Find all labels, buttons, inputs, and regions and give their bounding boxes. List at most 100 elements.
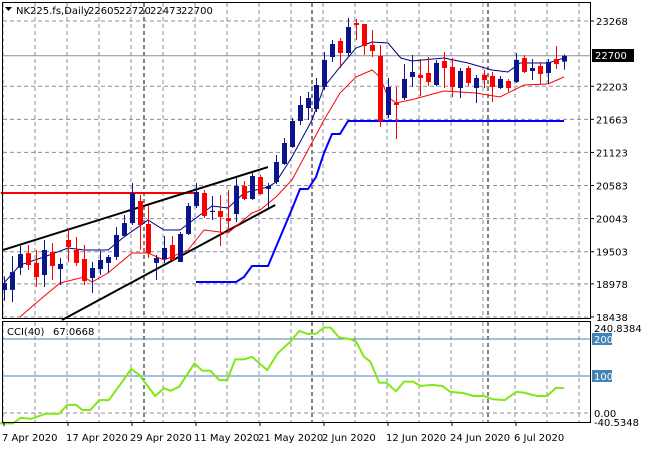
candle-body-bear: [378, 55, 383, 121]
candle-body-bear: [338, 40, 343, 53]
candle-body-bull: [546, 61, 551, 73]
candle-body-bull: [266, 186, 271, 189]
date-tick-label: 12 Jun 2020: [386, 433, 446, 444]
cci-label: CCI(40): [7, 327, 45, 338]
candle-body-bull: [274, 161, 279, 183]
date-tick-label: 21 May 2020: [258, 433, 323, 444]
ohlc-close: 22700: [181, 6, 213, 17]
candle-body-bear: [170, 245, 175, 260]
candle-body-bull: [306, 98, 311, 109]
candle-body-bull: [314, 84, 319, 109]
candle-body-bull: [154, 258, 159, 263]
candle-body-bull: [530, 67, 535, 71]
candle-body-bull: [18, 254, 23, 268]
date-tick-label: 29 Apr 2020: [130, 433, 192, 444]
candle-body-bull: [106, 256, 111, 263]
candle-body-bull: [282, 142, 287, 165]
price-tick-label: 18978: [596, 280, 628, 291]
candle: [290, 117, 295, 148]
candle-body-bull: [290, 121, 295, 147]
candle: [258, 174, 263, 195]
candle-body-bull: [42, 249, 47, 275]
candle-body-bear: [466, 67, 471, 84]
candle-body-bull: [58, 263, 63, 270]
price-tick-label: 20043: [596, 215, 628, 226]
candle-body-bear: [242, 186, 247, 200]
candle-body-bear: [450, 67, 455, 87]
candle-body-bull: [346, 27, 351, 53]
candle-body-bear: [554, 58, 559, 65]
candle-body-bull: [322, 59, 327, 87]
candle-body-bear: [354, 23, 359, 25]
candle-body-bull: [410, 71, 415, 78]
candle: [250, 173, 255, 200]
current-price-label: 22700: [595, 51, 627, 62]
cci-value: 67.0668: [53, 327, 94, 338]
cci-level-label: 100: [594, 372, 613, 383]
candle-body-bull: [386, 86, 391, 115]
candle-body-bull: [402, 78, 407, 99]
candle: [178, 231, 183, 262]
candle-body-bear: [362, 24, 367, 46]
candle-body-bear: [418, 74, 423, 78]
candle-body-bear: [490, 75, 495, 87]
candle-body-bear: [146, 224, 151, 253]
chart-window: 23268 22203 21663 21123 20583 20043 19503 18978…: [0, 0, 660, 450]
price-tick-label: 19503: [596, 248, 628, 259]
candle-body-bear: [370, 44, 375, 52]
price-tick-label: 18438: [596, 313, 628, 324]
cci-min-label: -40.5348: [594, 418, 639, 429]
candle-body-bear: [426, 72, 431, 82]
candle-body-bull: [498, 78, 503, 88]
candle-body-bull: [458, 71, 463, 88]
candle-body-bear: [218, 211, 223, 217]
candle-body-bear: [394, 102, 399, 106]
candle-body-bull: [98, 259, 103, 270]
candle-body-bull: [562, 55, 567, 62]
candle-body-bear: [138, 201, 143, 225]
candle-body-bear: [538, 65, 543, 75]
candle-body-bull: [90, 267, 95, 278]
candle-body-bear: [226, 217, 231, 221]
candle: [378, 44, 383, 128]
candle-body-bull: [434, 62, 439, 85]
candle-body-bear: [34, 262, 39, 278]
symbol-timeframe: NK225.fs,Daily: [16, 6, 90, 17]
candle-body-bull: [234, 186, 239, 215]
candle-body-bull: [186, 205, 191, 234]
ohlc-high: 22720: [119, 6, 151, 17]
candle-body-bear: [74, 249, 79, 263]
candle-body-bull: [114, 234, 119, 257]
price-tick-label: 21663: [596, 115, 628, 126]
candle: [186, 202, 191, 235]
ohlc-open: 22605: [88, 6, 120, 17]
candle-body-bull: [194, 191, 199, 206]
date-tick-label: 6 Jul 2020: [514, 433, 564, 444]
ohlc-low: 22473: [150, 6, 182, 17]
price-tick-label: 20583: [596, 182, 628, 193]
price-tick-label: 22203: [596, 82, 628, 93]
candle-body-bear: [258, 177, 263, 194]
candle-body-bull: [178, 233, 183, 262]
candle-body-bull: [298, 105, 303, 121]
candle-body-bull: [162, 247, 167, 259]
candle-body-bull: [514, 59, 519, 82]
candle-body-bear: [506, 80, 511, 88]
candle: [466, 65, 471, 87]
candle-body-bear: [26, 253, 31, 265]
price-tick-label: 23268: [596, 17, 628, 28]
date-tick-label: 2 Jun 2020: [322, 433, 376, 444]
cci-level-label: 200: [594, 335, 613, 346]
date-tick-label: 24 Jun 2020: [450, 433, 510, 444]
date-tick-label: 7 Apr 2020: [2, 433, 57, 444]
chart-header[interactable]: NK225.fs,Daily 22605 22720 22473 22700: [5, 6, 213, 17]
candle-body-bear: [66, 239, 71, 247]
candle-body-bear: [522, 58, 527, 72]
date-tick-label: 11 May 2020: [194, 433, 259, 444]
candle-body-bull: [330, 43, 335, 58]
candle-body-bear: [50, 252, 55, 266]
candle-body-bull: [474, 77, 479, 88]
date-tick-label: 17 Apr 2020: [66, 433, 128, 444]
candle: [434, 59, 439, 87]
candle-body-bull: [250, 176, 255, 200]
